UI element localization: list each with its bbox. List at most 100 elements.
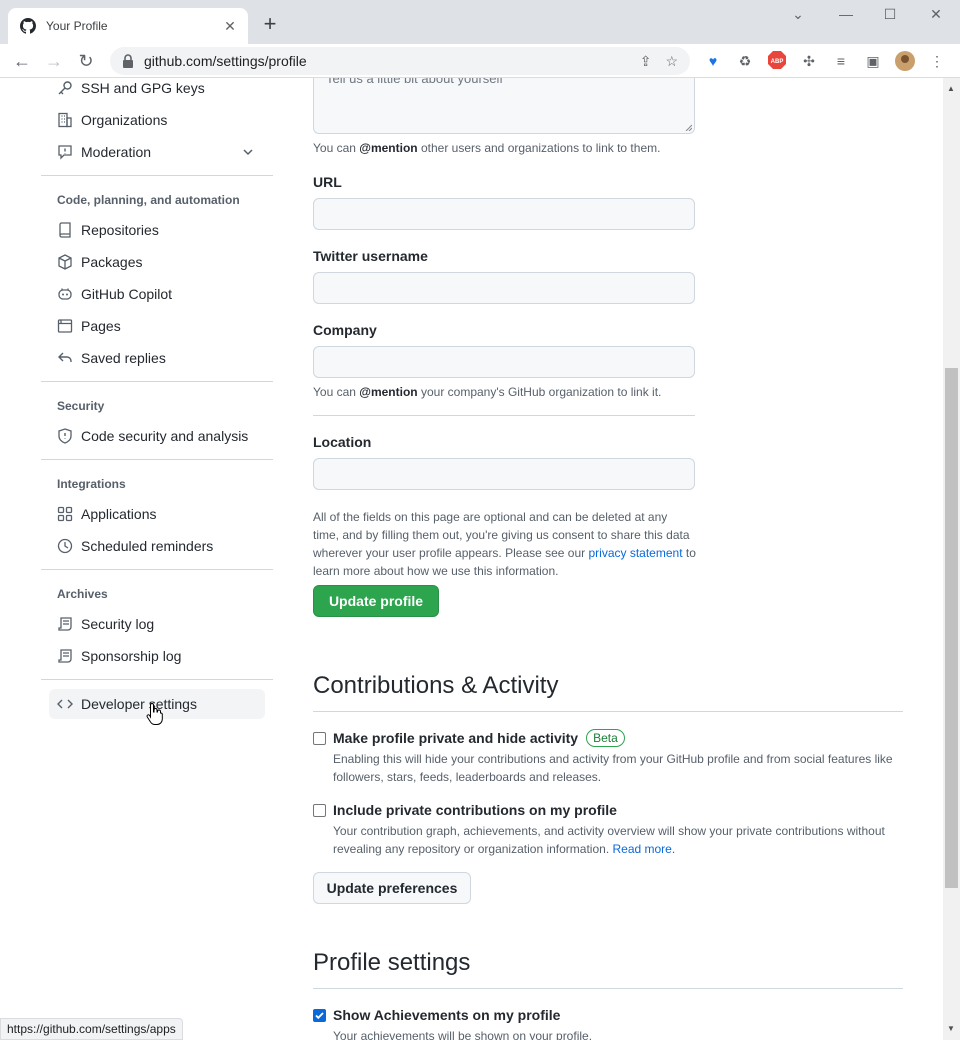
consent-line: All of the fields on this page are optio…: [313, 510, 668, 524]
location-field[interactable]: [313, 458, 695, 490]
chevron-down-icon[interactable]: [241, 145, 255, 159]
address-bar[interactable]: github.com/settings/profile ⇪ ☆: [110, 47, 690, 75]
media-icon[interactable]: ≡: [831, 51, 851, 71]
note-line: revealing any repository or organization…: [333, 840, 903, 858]
sidebar-heading-security: Security: [57, 399, 105, 413]
section-divider: [313, 988, 903, 989]
bio-placeholder: Tell us a little bit about yourself: [326, 78, 504, 86]
sidebar-divider: [41, 679, 273, 680]
sidebar-item-repositories[interactable]: Repositories: [49, 215, 265, 245]
browser-tab[interactable]: Your Profile ✕: [8, 8, 248, 44]
sidebar-item-sponsorship-log[interactable]: Sponsorship log: [49, 641, 265, 671]
url-field[interactable]: [313, 198, 695, 230]
page-scrollbar[interactable]: ▲ ▼: [943, 78, 960, 1040]
browser-icon: [57, 318, 73, 334]
bookmark-star-icon[interactable]: ☆: [665, 53, 678, 70]
menu-kebab-icon[interactable]: ⋮: [927, 51, 947, 71]
window-close-icon[interactable]: ✕: [926, 6, 946, 23]
page-content: SSH and GPG keys Organizations Moderatio…: [0, 78, 943, 1040]
sidepanel-icon[interactable]: ▣: [863, 51, 883, 71]
profile-settings-heading: Profile settings: [313, 949, 471, 976]
note-line: Your contribution graph, achievements, a…: [333, 824, 885, 838]
sidebar-divider: [41, 175, 273, 176]
code-icon: [57, 696, 73, 712]
sidebar-item-label: SSH and GPG keys: [81, 80, 205, 96]
contributions-heading: Contributions & Activity: [313, 672, 559, 699]
maximize-icon[interactable]: ☐: [880, 6, 900, 23]
sidebar-item-label: Saved replies: [81, 350, 166, 366]
note-text: revealing any repository or organization…: [333, 842, 613, 856]
sidebar-item-label: Repositories: [81, 222, 159, 238]
sidebar-item-pages[interactable]: Pages: [49, 311, 265, 341]
company-note: You can @mention your company's GitHub o…: [313, 385, 661, 399]
consent-line: time, and by filling them out, you're gi…: [313, 528, 690, 542]
sidebar-item-organizations[interactable]: Organizations: [49, 105, 265, 135]
bio-note: You can @mention other users and organiz…: [313, 141, 660, 155]
scrollbar-thumb[interactable]: [945, 368, 958, 888]
show-achievements-note: Your achievements will be shown on your …: [333, 1029, 593, 1040]
sidebar-item-applications[interactable]: Applications: [49, 499, 265, 529]
adblock-icon[interactable]: ABP: [767, 51, 787, 71]
consent-text: to: [682, 546, 696, 560]
sidebar-item-security-log[interactable]: Security log: [49, 609, 265, 639]
company-field[interactable]: [313, 346, 695, 378]
read-more-link[interactable]: Read more.: [612, 842, 675, 856]
consent-line: learn more about how we use this informa…: [313, 564, 559, 578]
scroll-up-arrow-icon[interactable]: ▲: [947, 84, 955, 93]
status-bar-url: https://github.com/settings/apps: [0, 1018, 183, 1040]
private-profile-label: Make profile private and hide activity Be…: [333, 729, 625, 747]
sidebar-heading-code: Code, planning, and automation: [57, 193, 240, 207]
resize-handle-icon[interactable]: [684, 123, 692, 131]
sidebar-item-label: Code security and analysis: [81, 428, 249, 444]
update-preferences-button[interactable]: Update preferences: [313, 872, 471, 904]
extension-recycle-icon[interactable]: ♻: [735, 51, 755, 71]
sidebar-item-label: Moderation: [81, 144, 152, 160]
extension-heart-icon[interactable]: ♥: [703, 51, 723, 71]
include-private-note: Your contribution graph, achievements, a…: [333, 822, 903, 858]
sidebar-heading-integrations: Integrations: [57, 477, 126, 491]
update-profile-button[interactable]: Update profile: [313, 585, 439, 617]
show-achievements-label: Show Achievements on my profile: [333, 1007, 561, 1023]
extensions-puzzle-icon[interactable]: ✣: [799, 51, 819, 71]
tab-search-icon[interactable]: ⌄: [788, 6, 808, 23]
bio-textarea[interactable]: Tell us a little bit about yourself: [313, 78, 695, 134]
sidebar-item-label: Developer settings: [81, 696, 197, 712]
sidebar-item-packages[interactable]: Packages: [49, 247, 265, 277]
svg-text:ABP: ABP: [771, 59, 784, 65]
sidebar-item-label: Security log: [81, 616, 155, 632]
reload-icon[interactable]: ↻: [74, 49, 98, 73]
apps-icon: [57, 506, 73, 522]
checkmark-icon: [315, 1012, 324, 1020]
tab-close-icon[interactable]: ✕: [222, 18, 238, 35]
profile-avatar-icon[interactable]: [895, 51, 915, 71]
sidebar-item-ssh-gpg-keys[interactable]: SSH and GPG keys: [49, 78, 265, 103]
back-icon[interactable]: ←: [10, 49, 34, 73]
new-tab-icon[interactable]: +: [258, 12, 282, 36]
sidebar-item-scheduled-reminders[interactable]: Scheduled reminders: [49, 531, 265, 561]
clock-icon: [57, 538, 73, 554]
private-profile-label-text: Make profile private and hide activity: [333, 730, 579, 746]
shield-icon: [57, 428, 73, 444]
sidebar-item-github-copilot[interactable]: GitHub Copilot: [49, 279, 265, 309]
show-achievements-checkbox[interactable]: [313, 1009, 326, 1022]
url-text: github.com/settings/profile: [144, 53, 307, 69]
company-note-pre: You can: [313, 385, 360, 399]
url-label: URL: [313, 174, 342, 190]
tab-title: Your Profile: [46, 19, 108, 33]
consent-text: wherever your user profile appears. Plea…: [313, 546, 589, 560]
twitter-label: Twitter username: [313, 248, 428, 264]
forward-icon[interactable]: →: [42, 49, 66, 73]
github-logo-icon: [20, 18, 36, 34]
minimize-icon[interactable]: —: [836, 6, 856, 22]
consent-note: All of the fields on this page are optio…: [313, 508, 703, 580]
share-icon[interactable]: ⇪: [640, 53, 652, 70]
include-private-checkbox[interactable]: [313, 804, 326, 817]
scroll-down-arrow-icon[interactable]: ▼: [947, 1024, 955, 1033]
privacy-statement-link[interactable]: privacy statement: [588, 546, 682, 560]
twitter-field[interactable]: [313, 272, 695, 304]
sidebar-item-moderation[interactable]: Moderation: [49, 137, 265, 167]
sidebar-item-saved-replies[interactable]: Saved replies: [49, 343, 265, 373]
private-profile-checkbox[interactable]: [313, 732, 326, 745]
sidebar-item-code-security[interactable]: Code security and analysis: [49, 421, 265, 451]
copilot-icon: [57, 286, 73, 302]
